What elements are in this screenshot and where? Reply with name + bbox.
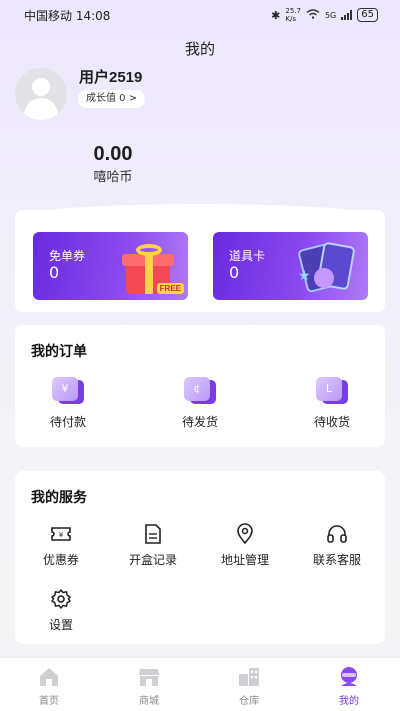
tab-shop[interactable]: 商城 bbox=[114, 666, 184, 707]
username: 用户2519 bbox=[79, 69, 143, 86]
magic-cards-icon: ★ bbox=[296, 240, 356, 296]
service-box-history[interactable]: 开盒记录 bbox=[113, 523, 193, 568]
status-bar: 中国移动 14:08 ✱ 25.7 K/s 5G 65 bbox=[0, 0, 400, 30]
order-pending-shipment[interactable]: ¢ 待发货 bbox=[160, 377, 240, 430]
tab-profile-label: 我的 bbox=[339, 696, 359, 707]
avatar-body bbox=[24, 98, 58, 120]
status-left: 中国移动 14:08 bbox=[24, 7, 110, 24]
coin-balance-label: 嘻哈币 bbox=[93, 170, 133, 185]
services-title: 我的服务 bbox=[31, 490, 87, 506]
order-pending-payment[interactable]: ¥ 待付款 bbox=[28, 377, 108, 430]
free-voucher-label: 免单券 bbox=[49, 249, 86, 263]
prop-card[interactable]: 道具卡 0 ★ bbox=[213, 232, 368, 300]
order-pending-shipment-label: 待发货 bbox=[181, 415, 218, 429]
orders-section: 我的订单 ¥ 待付款 ¢ 待发货 L 待收货 bbox=[15, 325, 385, 447]
service-customer-support[interactable]: 联系客服 bbox=[297, 523, 377, 568]
status-right: ✱ 25.7 K/s 5G 65 bbox=[271, 7, 378, 23]
home-icon bbox=[37, 666, 61, 688]
growth-value-button[interactable]: 成长值 0 > bbox=[78, 90, 146, 108]
service-address[interactable]: 地址管理 bbox=[205, 523, 285, 568]
net-speed: 25.7 K/s bbox=[285, 7, 301, 23]
location-icon bbox=[234, 523, 256, 545]
warehouse-icon bbox=[237, 666, 261, 688]
order-pending-payment-label: 待付款 bbox=[49, 415, 86, 429]
service-settings[interactable]: 设置 bbox=[21, 588, 101, 633]
order-pending-receipt-label: 待收货 bbox=[313, 415, 350, 429]
avatar-head bbox=[32, 78, 50, 96]
shop-icon bbox=[137, 666, 161, 688]
service-coupons-label: 优惠券 bbox=[42, 553, 79, 567]
free-badge: FREE bbox=[156, 283, 184, 294]
orders-title: 我的订单 bbox=[31, 344, 87, 360]
tab-shop-label: 商城 bbox=[139, 696, 159, 707]
bluetooth-icon: ✱ bbox=[271, 8, 281, 22]
tab-home[interactable]: 首页 bbox=[14, 666, 84, 707]
service-settings-label: 设置 bbox=[48, 618, 73, 632]
tickets-card: 免单券 0 FREE 道具卡 0 ★ bbox=[15, 204, 385, 312]
tab-warehouse[interactable]: 仓库 bbox=[214, 666, 284, 707]
payment-icon: ¥ bbox=[52, 377, 84, 405]
prop-card-count: 0 bbox=[229, 263, 240, 282]
tab-warehouse-label: 仓库 bbox=[239, 696, 259, 707]
page-title: 我的 bbox=[184, 40, 215, 58]
signal-icon bbox=[341, 10, 353, 20]
free-voucher-card[interactable]: 免单券 0 FREE bbox=[33, 232, 188, 300]
network-type: 5G bbox=[324, 10, 337, 20]
clock-time: 14:08 bbox=[75, 8, 111, 23]
avatar[interactable] bbox=[15, 68, 67, 120]
tab-home-label: 首页 bbox=[39, 696, 59, 707]
service-customer-support-label: 联系客服 bbox=[312, 553, 361, 567]
coin-balance[interactable]: 0.00 bbox=[63, 143, 163, 166]
prop-card-label: 道具卡 bbox=[229, 249, 266, 263]
gift-box-icon: FREE bbox=[116, 238, 184, 296]
gear-icon bbox=[50, 588, 72, 610]
service-coupons[interactable]: ¥ 优惠券 bbox=[21, 523, 101, 568]
net-speed-value: 25.7 bbox=[285, 7, 301, 15]
net-speed-unit: K/s bbox=[285, 15, 296, 23]
wifi-icon bbox=[306, 8, 320, 22]
free-voucher-count: 0 bbox=[49, 263, 60, 282]
document-icon bbox=[142, 523, 164, 545]
carrier-name: 中国移动 bbox=[24, 8, 73, 23]
tab-bar: 首页 商城 仓库 我的 bbox=[0, 657, 400, 711]
svg-text:¥: ¥ bbox=[59, 531, 64, 539]
battery-icon: 65 bbox=[357, 8, 378, 22]
shipping-icon: ¢ bbox=[184, 377, 216, 405]
coupon-icon: ¥ bbox=[50, 523, 72, 545]
profile-icon bbox=[337, 666, 361, 688]
headset-icon bbox=[326, 523, 348, 545]
battery-level: 65 bbox=[361, 9, 374, 20]
tab-profile[interactable]: 我的 bbox=[314, 666, 384, 707]
receive-icon: L bbox=[316, 377, 348, 405]
order-pending-receipt[interactable]: L 待收货 bbox=[292, 377, 372, 430]
services-section: 我的服务 ¥ 优惠券 开盒记录 地址管理 联系客服 设置 bbox=[15, 471, 385, 644]
service-box-history-label: 开盒记录 bbox=[128, 553, 177, 567]
service-address-label: 地址管理 bbox=[220, 553, 269, 567]
